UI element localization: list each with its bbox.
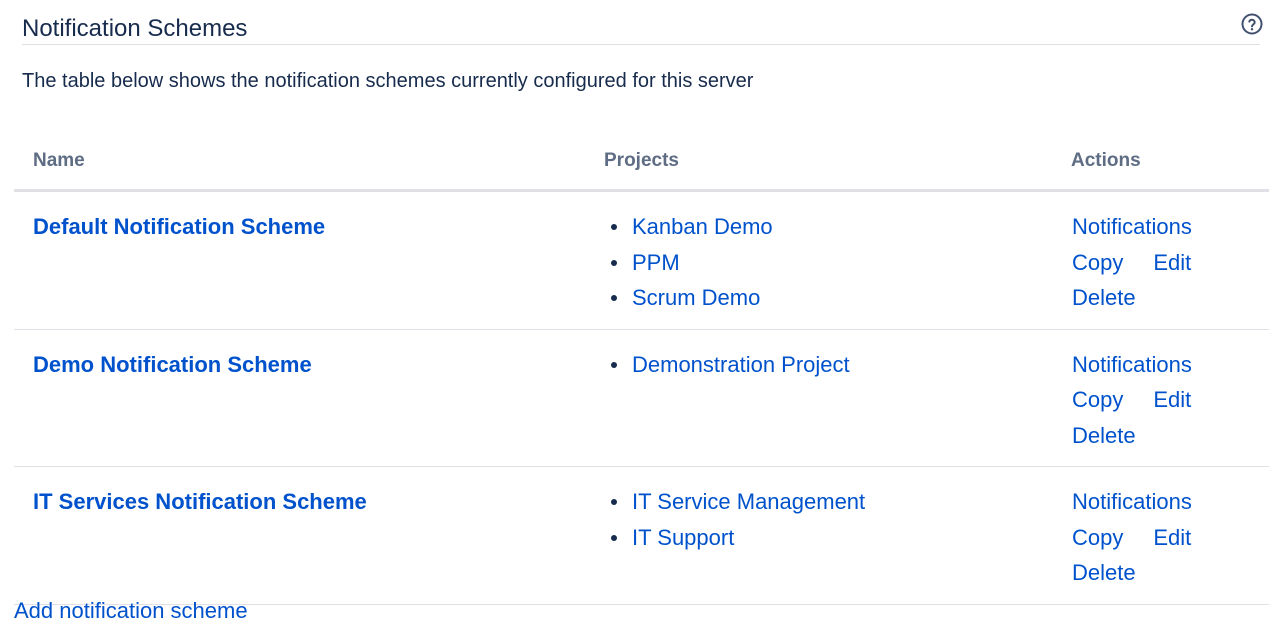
project-list-item: Kanban Demo	[605, 209, 1070, 245]
copy-link[interactable]: Copy	[1072, 250, 1123, 275]
copy-link[interactable]: Copy	[1072, 387, 1123, 412]
project-list: Kanban Demo PPM Scrum Demo	[605, 209, 1070, 316]
edit-link[interactable]: Edit	[1153, 387, 1191, 412]
scheme-name-link[interactable]: Default Notification Scheme	[33, 214, 325, 239]
project-list-item: Demonstration Project	[605, 347, 1070, 383]
notifications-link[interactable]: Notifications	[1072, 214, 1192, 239]
action-line: Copy Edit	[1072, 382, 1268, 418]
project-list-item: IT Support	[605, 520, 1070, 556]
notifications-link[interactable]: Notifications	[1072, 352, 1192, 377]
scheme-name-cell: Demo Notification Scheme	[14, 329, 604, 467]
projects-cell: IT Service Management IT Support	[604, 466, 1071, 605]
table-row: Demo Notification Scheme Demonstration P…	[14, 329, 1269, 467]
project-link[interactable]: IT Support	[632, 525, 734, 550]
delete-link[interactable]: Delete	[1072, 423, 1136, 448]
notification-schemes-table: Name Projects Actions Default Notificati…	[14, 133, 1269, 605]
scheme-name-link[interactable]: Demo Notification Scheme	[33, 352, 312, 377]
add-notification-scheme-link[interactable]: Add notification scheme	[14, 597, 248, 625]
project-link[interactable]: PPM	[632, 250, 680, 275]
column-header-name: Name	[14, 133, 604, 192]
page-header: Notification Schemes	[22, 8, 1263, 45]
help-icon[interactable]	[1240, 12, 1264, 36]
page-description: The table below shows the notification s…	[22, 70, 754, 92]
projects-cell: Kanban Demo PPM Scrum Demo	[604, 190, 1071, 330]
scheme-name-cell: Default Notification Scheme	[14, 190, 604, 330]
action-line: Delete	[1072, 555, 1268, 591]
actions-cell: Notifications Copy Edit Delete	[1071, 466, 1269, 605]
project-list-item: IT Service Management	[605, 484, 1070, 520]
column-header-actions: Actions	[1071, 133, 1269, 192]
project-link[interactable]: Scrum Demo	[632, 285, 760, 310]
table-row: IT Services Notification Scheme IT Servi…	[14, 466, 1269, 605]
projects-cell: Demonstration Project	[604, 329, 1071, 467]
action-line: Delete	[1072, 418, 1268, 454]
action-line: Copy Edit	[1072, 520, 1268, 556]
project-link[interactable]: Kanban Demo	[632, 214, 773, 239]
delete-link[interactable]: Delete	[1072, 560, 1136, 585]
actions-cell: Notifications Copy Edit Delete	[1071, 329, 1269, 467]
copy-link[interactable]: Copy	[1072, 525, 1123, 550]
action-line: Notifications	[1072, 209, 1268, 245]
project-link[interactable]: Demonstration Project	[632, 352, 850, 377]
scheme-name-link[interactable]: IT Services Notification Scheme	[33, 489, 367, 514]
action-line: Delete	[1072, 280, 1268, 316]
scheme-name-cell: IT Services Notification Scheme	[14, 466, 604, 605]
column-header-projects: Projects	[604, 133, 1071, 192]
project-list-item: Scrum Demo	[605, 280, 1070, 316]
notification-schemes-page: Notification Schemes The table below sho…	[0, 0, 1279, 634]
action-line: Copy Edit	[1072, 245, 1268, 281]
table-row: Default Notification Scheme Kanban Demo …	[14, 190, 1269, 330]
project-list: IT Service Management IT Support	[605, 484, 1070, 555]
notifications-link[interactable]: Notifications	[1072, 489, 1192, 514]
action-line: Notifications	[1072, 347, 1268, 383]
actions-cell: Notifications Copy Edit Delete	[1071, 190, 1269, 330]
project-list-item: PPM	[605, 245, 1070, 281]
project-link[interactable]: IT Service Management	[632, 489, 865, 514]
action-line: Notifications	[1072, 484, 1268, 520]
edit-link[interactable]: Edit	[1153, 250, 1191, 275]
table-header-row: Name Projects Actions	[14, 133, 1269, 192]
page-title: Notification Schemes	[22, 15, 248, 42]
project-list: Demonstration Project	[605, 347, 1070, 383]
delete-link[interactable]: Delete	[1072, 285, 1136, 310]
edit-link[interactable]: Edit	[1153, 525, 1191, 550]
